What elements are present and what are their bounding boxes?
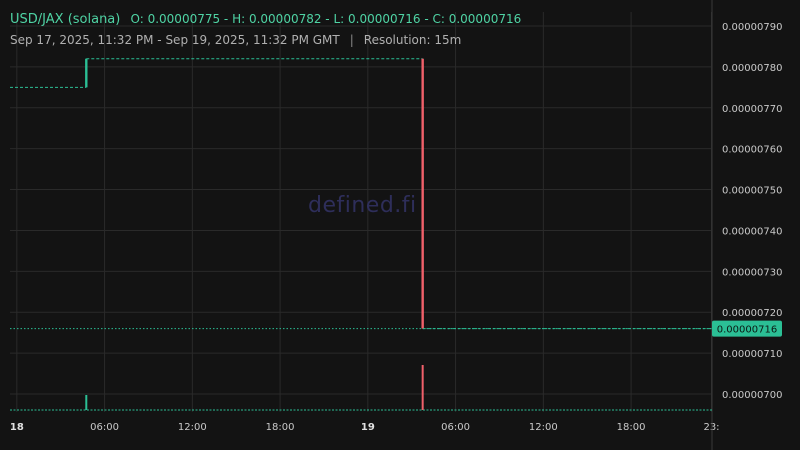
chart-subtitle: Sep 17, 2025, 11:32 PM - Sep 19, 2025, 1… bbox=[10, 33, 461, 47]
candle bbox=[85, 58, 88, 88]
x-tick-label: 06:00 bbox=[90, 422, 119, 433]
ohlc-readout: O: 0.00000775 - H: 0.00000782 - L: 0.000… bbox=[130, 12, 522, 26]
chart-root: 0.00000790 0.00000780 0.00000770 0.00000760… bbox=[0, 0, 800, 450]
x-tick-label: 19 bbox=[361, 422, 375, 433]
y-tick-label: 0.00000700 bbox=[722, 390, 782, 401]
x-tick-label: 12:00 bbox=[529, 422, 558, 433]
watermark: defined.fi bbox=[308, 193, 417, 218]
x-tick-label: 18:00 bbox=[266, 422, 295, 433]
y-tick-label: 0.00000720 bbox=[722, 308, 782, 319]
y-tick-label: 0.00000790 bbox=[722, 22, 782, 33]
chart-canvas[interactable]: 0.00000790 0.00000780 0.00000770 0.00000760… bbox=[0, 0, 800, 450]
y-tick-label: 0.00000710 bbox=[722, 349, 782, 360]
pair-title: USD/JAX (solana) bbox=[10, 12, 121, 27]
y-tick-label: 0.00000750 bbox=[722, 186, 782, 197]
y-tick-label: 0.00000730 bbox=[722, 267, 782, 278]
y-tick-label: 0.00000740 bbox=[722, 226, 782, 237]
x-tick-label: 18 bbox=[10, 422, 24, 433]
chart-legend: USD/JAX (solana) O: 0.00000775 - H: 0.00… bbox=[10, 12, 521, 27]
candle bbox=[421, 58, 424, 329]
last-price-tag-label: 0.00000716 bbox=[717, 325, 777, 336]
resolution-label: Resolution: 15m bbox=[363, 33, 462, 47]
volume-bar bbox=[421, 365, 424, 410]
x-tick-label: 06:00 bbox=[441, 422, 470, 433]
x-tick-label: 12:00 bbox=[178, 422, 207, 433]
subtitle-separator: | bbox=[349, 33, 354, 47]
y-tick-label: 0.00000770 bbox=[722, 104, 782, 115]
y-tick-label: 0.00000780 bbox=[722, 63, 782, 74]
x-tick-label: 18:00 bbox=[617, 422, 646, 433]
y-tick-label: 0.00000760 bbox=[722, 145, 782, 156]
volume-bar bbox=[85, 395, 88, 410]
time-range: Sep 17, 2025, 11:32 PM - Sep 19, 2025, 1… bbox=[10, 33, 340, 47]
